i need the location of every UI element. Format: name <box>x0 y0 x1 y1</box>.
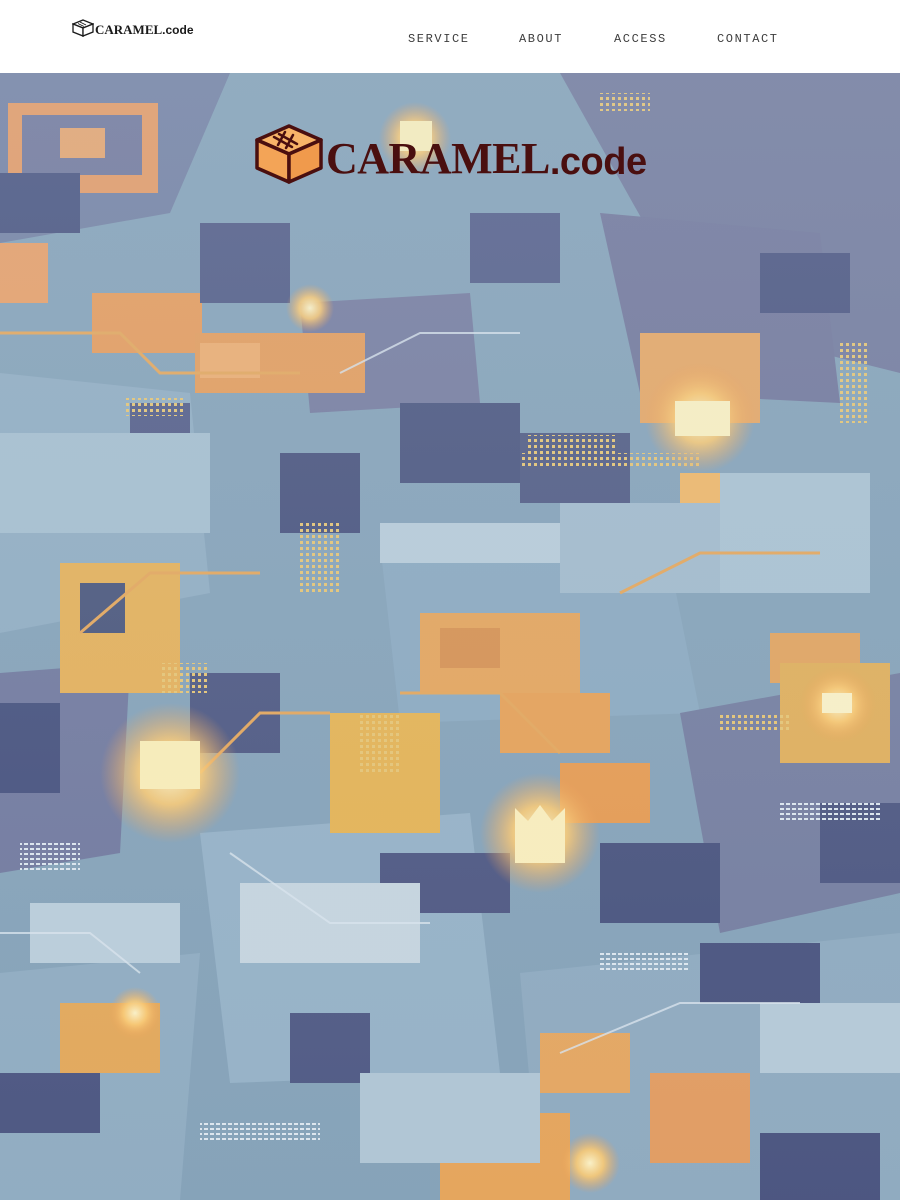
hero-logo-name: CARAMEL <box>326 134 550 183</box>
caramel-box-icon <box>255 124 323 184</box>
nav-item-service[interactable]: SERVICE <box>408 31 470 47</box>
nav-item-contact[interactable]: CONTACT <box>717 31 779 47</box>
hero-section: CARAMEL .code <box>0 73 900 1200</box>
circuit-city-illustration <box>0 73 900 1200</box>
nav-item-access[interactable]: ACCESS <box>614 31 667 47</box>
hero-logo-suffix: .code <box>549 141 647 183</box>
hero-logo: CARAMEL .code <box>254 123 647 185</box>
main-nav: SERVICE ABOUT ACCESS CONTACT <box>0 31 900 47</box>
nav-item-about[interactable]: ABOUT <box>519 31 563 47</box>
site-header: CARAMEL .code SERVICE ABOUT ACCESS CONTAC… <box>0 0 900 73</box>
